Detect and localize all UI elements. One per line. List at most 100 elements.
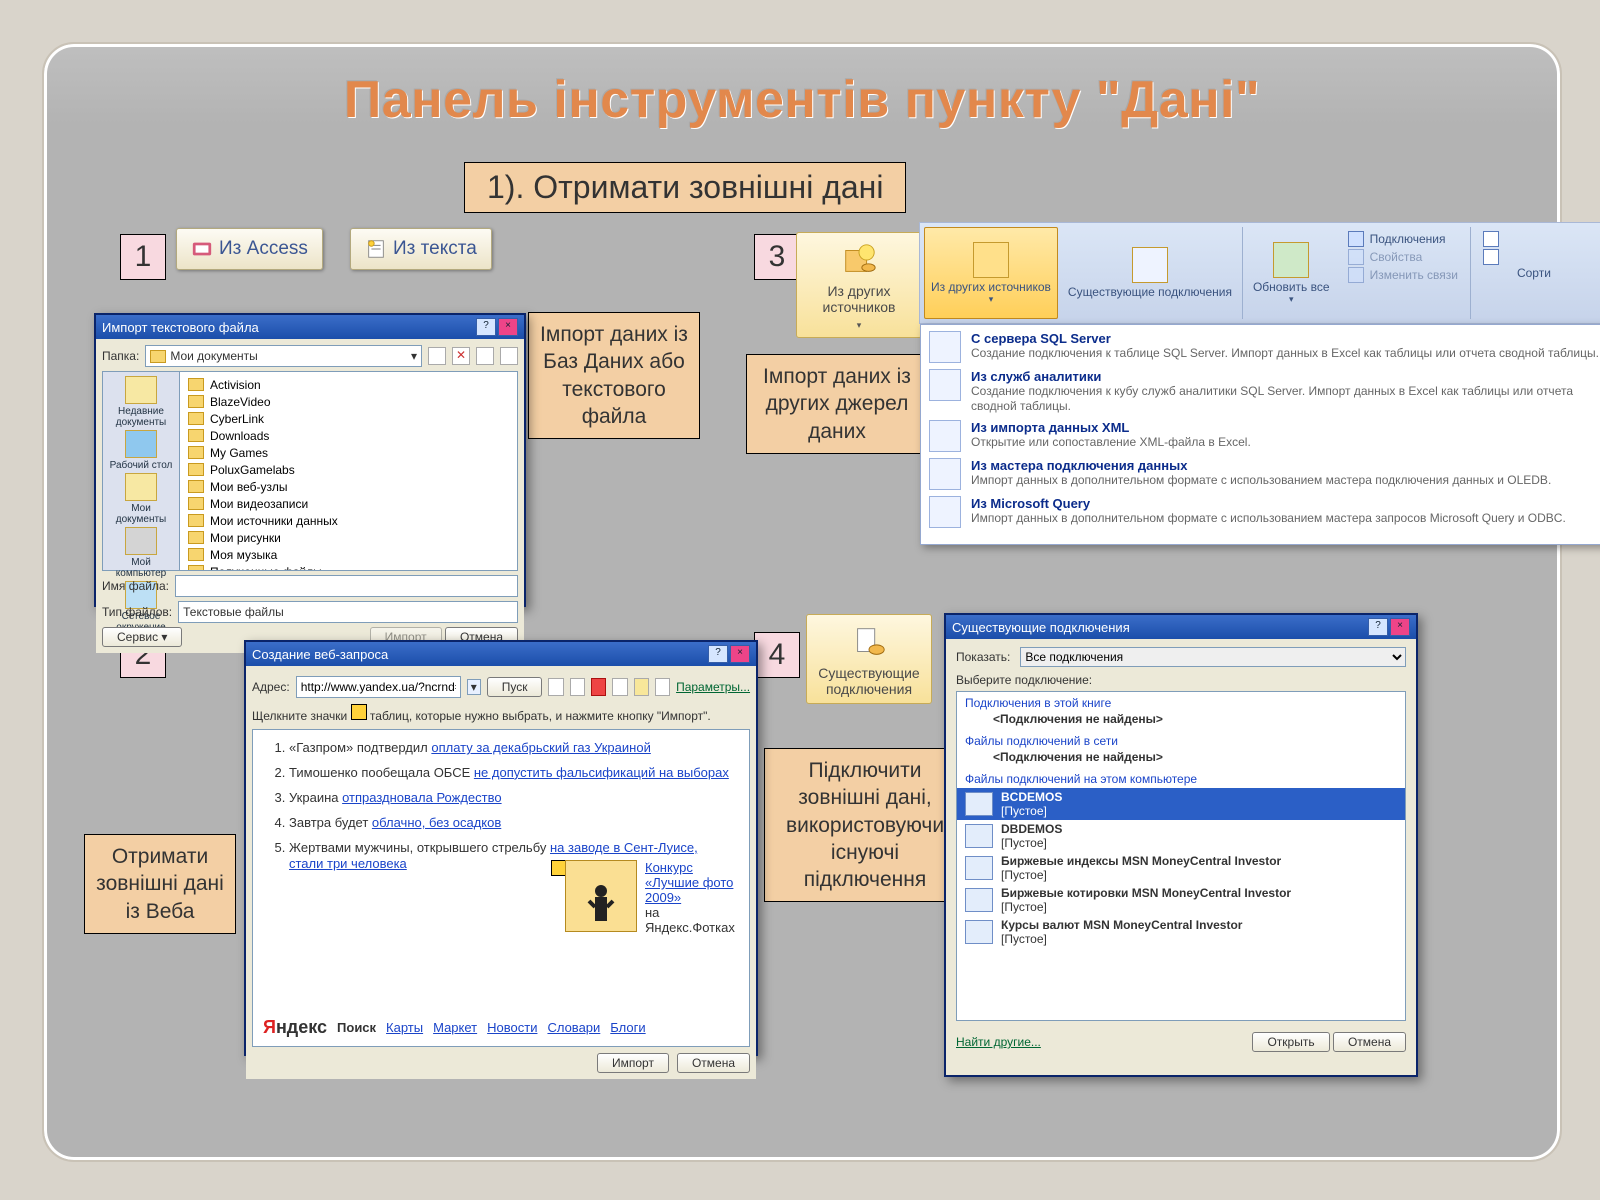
place-recent[interactable]: Недавние документы xyxy=(105,376,177,428)
folder-icon xyxy=(188,446,204,459)
folder-icon xyxy=(188,412,204,425)
connection-item[interactable]: Биржевые котировки MSN MoneyCentral Inve… xyxy=(957,884,1405,916)
group-book: Подключения в этой книге xyxy=(957,692,1405,712)
options-icon[interactable] xyxy=(655,678,670,696)
import-button[interactable]: Импорт xyxy=(597,1053,669,1073)
show-dropdown[interactable]: Все подключения xyxy=(1020,647,1406,667)
news-item[interactable]: Завтра будет облачно, без осадков xyxy=(289,815,733,832)
connection-icon xyxy=(965,856,993,880)
find-others-link[interactable]: Найти другие... xyxy=(956,1035,1041,1049)
menu-item[interactable]: Из служб аналитикиСоздание подключения к… xyxy=(929,369,1600,414)
list-item[interactable]: Activision xyxy=(188,376,509,393)
folder-icon xyxy=(188,548,204,561)
list-item[interactable]: Мои веб-узлы xyxy=(188,478,509,495)
list-item[interactable]: Полученные файлы xyxy=(188,563,509,571)
strip-existing-conn[interactable]: Существующие подключения xyxy=(1062,227,1238,319)
filename-input[interactable] xyxy=(175,575,518,597)
cancel-button[interactable]: Отмена xyxy=(1333,1032,1406,1052)
news-item[interactable]: «Газпром» подтвердил оплату за декабрьск… xyxy=(289,740,733,757)
folder-icon xyxy=(188,378,204,391)
yandex-link[interactable]: Блоги xyxy=(610,1020,645,1035)
dialog-titlebar[interactable]: Создание веб-запроса ? × xyxy=(246,642,756,666)
list-item[interactable]: PoluxGamelabs xyxy=(188,461,509,478)
existing-connections-button[interactable]: Существующие подключения xyxy=(806,614,932,704)
help-button[interactable]: ? xyxy=(708,645,728,663)
connection-item[interactable]: DBDEMOS[Пустое] xyxy=(957,820,1405,852)
menu-item[interactable]: Из мастера подключения данныхИмпорт данн… xyxy=(929,458,1600,490)
show-label: Показать: xyxy=(956,650,1010,664)
delete-icon[interactable]: ✕ xyxy=(452,347,470,365)
menu-item[interactable]: С сервера SQL ServerСоздание подключения… xyxy=(929,331,1600,363)
connection-item[interactable]: Биржевые индексы MSN MoneyCentral Invest… xyxy=(957,852,1405,884)
refresh-icon[interactable] xyxy=(612,678,627,696)
strip-properties: Свойства xyxy=(1348,249,1458,265)
strip-sort-asc[interactable] xyxy=(1483,231,1499,247)
place-desktop[interactable]: Рабочий стол xyxy=(105,430,177,471)
forward-icon[interactable] xyxy=(570,678,585,696)
chevron-down-icon[interactable]: ▾ xyxy=(467,679,481,695)
connections-listbox[interactable]: Подключения в этой книге <Подключения не… xyxy=(956,691,1406,1021)
file-listing[interactable]: ActivisionBlazeVideoCyberLinkDownloadsMy… xyxy=(180,371,518,571)
news-item[interactable]: Тимошенко пообещала ОБСЕ не допустить фа… xyxy=(289,765,733,782)
connection-item[interactable]: BCDEMOS[Пустое] xyxy=(957,788,1405,820)
list-item[interactable]: Downloads xyxy=(188,427,509,444)
connection-icon xyxy=(965,792,993,816)
strip-refresh-all[interactable]: Обновить все▾ xyxy=(1247,227,1336,319)
yandex-link[interactable]: Новости xyxy=(487,1020,537,1035)
folder-icon xyxy=(188,497,204,510)
cancel-button[interactable]: Отмена xyxy=(677,1053,750,1073)
list-item[interactable]: BlazeVideo xyxy=(188,393,509,410)
params-link[interactable]: Параметры... xyxy=(676,680,750,694)
news-link[interactable]: отпраздновала Рождество xyxy=(342,790,501,805)
yandex-logo[interactable]: Яндекс xyxy=(263,1017,327,1038)
open-button[interactable]: Открыть xyxy=(1252,1032,1329,1052)
list-item[interactable]: Мои видеозаписи xyxy=(188,495,509,512)
connection-item[interactable]: Курсы валют MSN MoneyCentral Investor[Пу… xyxy=(957,916,1405,948)
promo-link[interactable]: Конкурс «Лучшие фото 2009» xyxy=(645,860,733,905)
promo-block[interactable]: Конкурс «Лучшие фото 2009» на Яндекс.Фот… xyxy=(565,860,735,935)
strip-sort[interactable]: Сорти xyxy=(1511,227,1557,319)
list-item[interactable]: Мои рисунки xyxy=(188,529,509,546)
news-link[interactable]: облачно, без осадков xyxy=(372,815,501,830)
from-access-button[interactable]: Из Access xyxy=(176,228,323,270)
address-input[interactable] xyxy=(296,676,461,698)
filetype-dropdown[interactable]: Текстовые файлы xyxy=(178,601,518,623)
folder-dropdown[interactable]: Мои документы ▾ xyxy=(145,345,422,367)
close-button[interactable]: × xyxy=(498,318,518,336)
place-mycomp[interactable]: Мой компьютер xyxy=(105,527,177,579)
menu-item[interactable]: Из импорта данных XMLОткрытие или сопост… xyxy=(929,420,1600,452)
close-button[interactable]: × xyxy=(1390,618,1410,636)
new-folder-icon[interactable] xyxy=(476,347,494,365)
menu-item[interactable]: Из Microsoft QueryИмпорт данных в дополн… xyxy=(929,496,1600,528)
yandex-link[interactable]: Маркет xyxy=(433,1020,477,1035)
place-mydocs[interactable]: Мои документы xyxy=(105,473,177,525)
strip-connections[interactable]: Подключения xyxy=(1348,231,1458,247)
news-link[interactable]: оплату за декабрьский газ Украиной xyxy=(431,740,650,755)
close-button[interactable]: × xyxy=(730,645,750,663)
list-item[interactable]: My Games xyxy=(188,444,509,461)
views-icon[interactable] xyxy=(500,347,518,365)
news-link[interactable]: не допустить фальсификаций на выборах xyxy=(474,765,729,780)
web-content[interactable]: «Газпром» подтвердил оплату за декабрьск… xyxy=(252,729,750,1047)
list-item[interactable]: Мои источники данных xyxy=(188,512,509,529)
list-item[interactable]: Моя музыка xyxy=(188,546,509,563)
save-icon[interactable] xyxy=(634,678,649,696)
other-sources-button[interactable]: Из других источников ▾ xyxy=(796,232,922,338)
help-button[interactable]: ? xyxy=(1368,618,1388,636)
from-text-button[interactable]: Из текста xyxy=(350,228,492,270)
go-button[interactable]: Пуск xyxy=(487,677,543,697)
access-icon xyxy=(191,238,213,260)
up-icon[interactable] xyxy=(428,347,446,365)
help-button[interactable]: ? xyxy=(476,318,496,336)
dialog-titlebar[interactable]: Импорт текстового файла ? × xyxy=(96,315,524,339)
yandex-link[interactable]: Карты xyxy=(386,1020,423,1035)
strip-sort-desc[interactable] xyxy=(1483,249,1499,265)
news-item[interactable]: Украина отпраздновала Рождество xyxy=(289,790,733,807)
stop-icon[interactable] xyxy=(591,678,606,696)
strip-other-sources[interactable]: Из других источников▾ xyxy=(924,227,1058,319)
list-item[interactable]: CyberLink xyxy=(188,410,509,427)
yandex-link[interactable]: Словари xyxy=(547,1020,600,1035)
back-icon[interactable] xyxy=(548,678,563,696)
tools-button[interactable]: Сервис ▾ xyxy=(102,627,182,647)
dialog-titlebar[interactable]: Существующие подключения ? × xyxy=(946,615,1416,639)
